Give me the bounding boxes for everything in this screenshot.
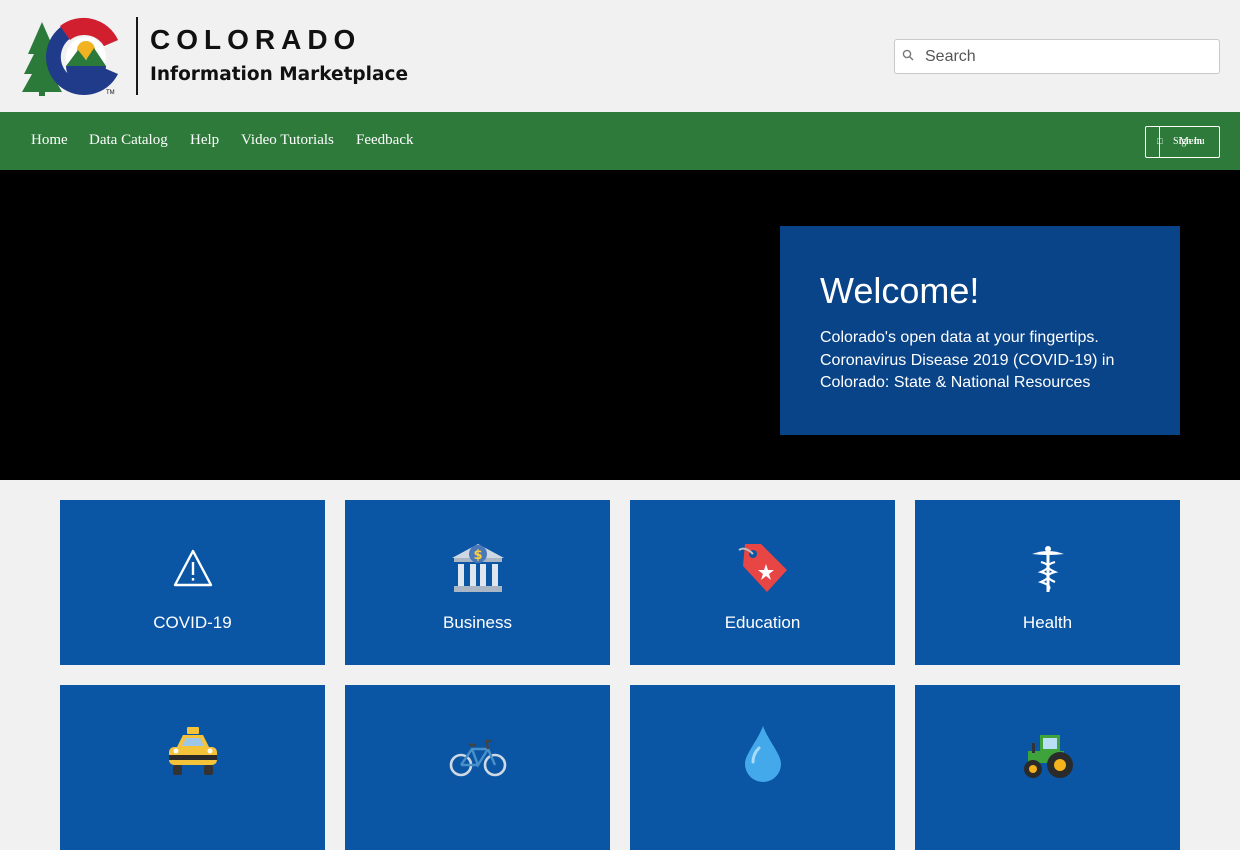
nav-item-data-catalog[interactable]: Data Catalog (89, 132, 168, 149)
svg-text:$: $ (473, 548, 482, 563)
welcome-panel: Welcome! Colorado's open data at your fi… (780, 226, 1180, 435)
category-tile-business[interactable]: $ Business (345, 500, 610, 665)
category-tile-water[interactable] (630, 685, 895, 850)
bookmark-tag-icon (630, 538, 895, 598)
site-header: TM COLORADO Information Marketplace (0, 0, 1240, 112)
category-label: COVID-19 (153, 613, 232, 632)
category-tile-transportation[interactable] (60, 685, 325, 850)
menu-label[interactable]: Menu (1179, 135, 1205, 147)
water-drop-icon (630, 723, 895, 783)
logo-subtitle: Information Marketplace (150, 64, 408, 85)
svg-text:TM: TM (106, 90, 115, 96)
colorado-logo[interactable]: TM COLORADO Information Marketplace (20, 14, 420, 98)
search-box[interactable] (894, 39, 1220, 74)
category-tile-covid-19[interactable]: COVID-19 (60, 500, 325, 665)
category-label: Health (1022, 613, 1073, 632)
warning-icon (60, 538, 325, 598)
category-label: Business (443, 613, 512, 632)
hero-banner: Welcome! Colorado's open data at your fi… (0, 170, 1240, 480)
signin-menu-button[interactable]: □ Sign In Menu (1145, 126, 1220, 158)
search-icon (901, 49, 915, 63)
nav-item-video-tutorials[interactable]: Video Tutorials (241, 132, 334, 149)
nav-item-feedback[interactable]: Feedback (356, 132, 413, 149)
welcome-text: Colorado's open data at your fingertips.… (820, 329, 1115, 391)
category-tile-education[interactable]: Education (630, 500, 895, 665)
category-tile-agriculture[interactable] (915, 685, 1180, 850)
category-tile-health[interactable]: Health (915, 500, 1180, 665)
colorado-c-logo-icon: TM (22, 17, 118, 96)
tractor-icon (915, 723, 1180, 783)
welcome-title: Welcome! (820, 270, 980, 311)
search-input[interactable] (925, 40, 1215, 73)
main-nav: Home Data Catalog Help Video Tutorials F… (0, 112, 1240, 170)
caduceus-icon (915, 538, 1180, 598)
nav-item-home[interactable]: Home (31, 132, 68, 149)
bank-icon: $ (345, 538, 610, 598)
category-tile-recreation[interactable] (345, 685, 610, 850)
category-label: Education (724, 613, 801, 632)
logo-divider (136, 17, 138, 95)
nav-item-help[interactable]: Help (190, 132, 219, 149)
bicycle-icon (345, 723, 610, 783)
logo-title: COLORADO (150, 24, 362, 55)
user-icon: □ (1157, 136, 1163, 146)
taxi-icon (60, 723, 325, 783)
